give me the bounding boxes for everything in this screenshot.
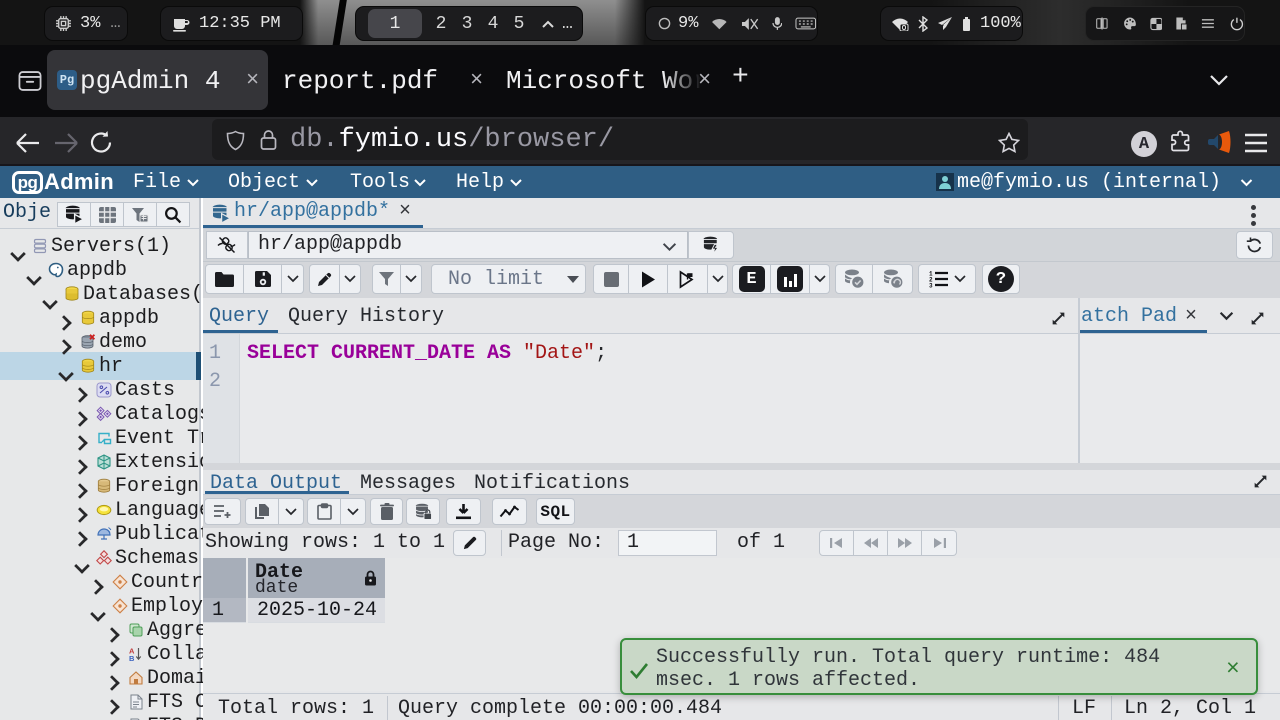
svg-text:B: B xyxy=(129,654,135,662)
svg-text:3: 3 xyxy=(929,283,933,289)
